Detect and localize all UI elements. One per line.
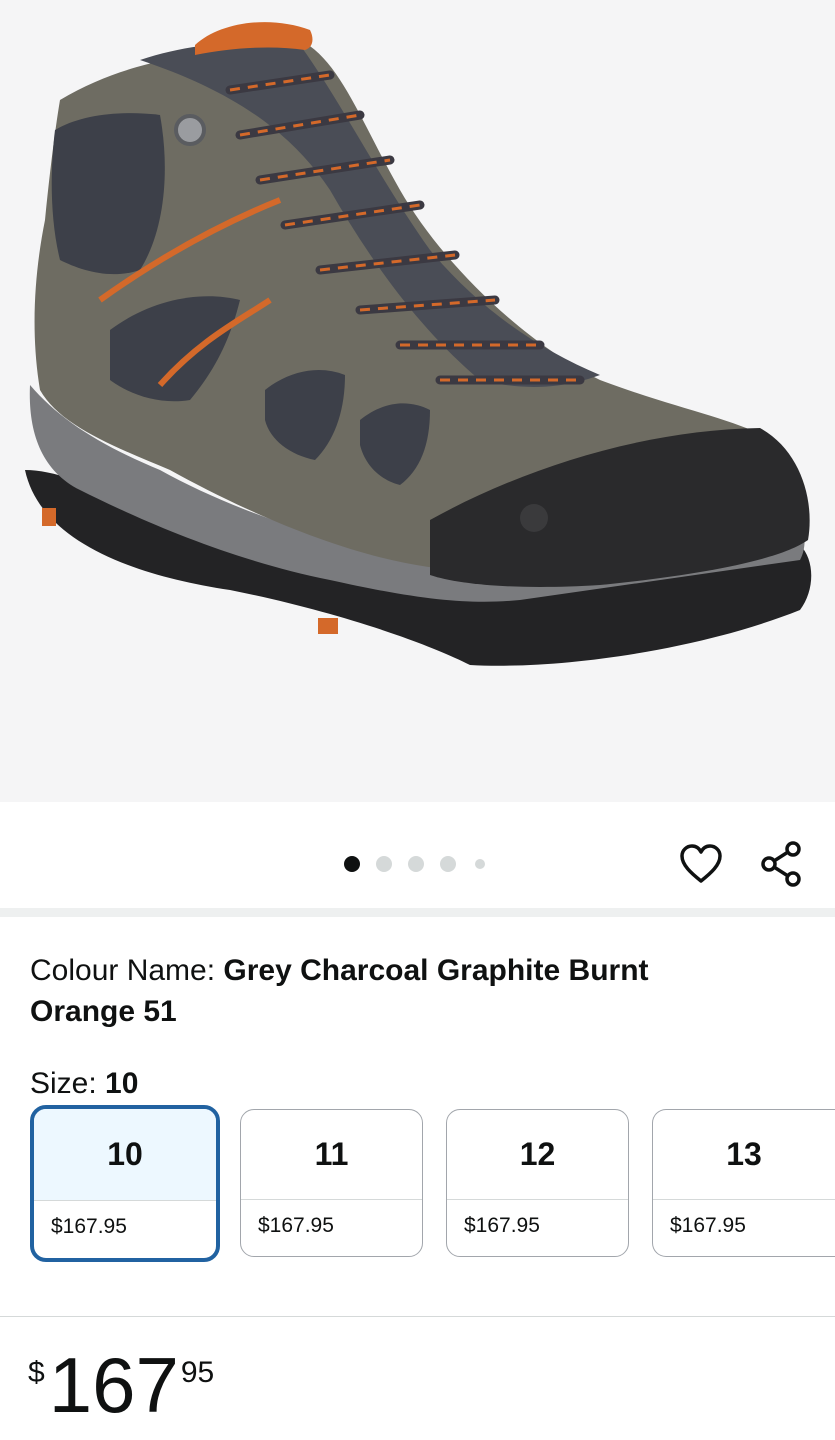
colour-name: Colour Name: Grey Charcoal Graphite Burn… xyxy=(30,950,750,1032)
size-option-price: $167.95 xyxy=(464,1214,540,1237)
image-controls xyxy=(0,802,835,908)
size-option-10[interactable]: 10 $167.95 xyxy=(30,1105,220,1262)
product-image-area[interactable] xyxy=(0,0,835,802)
size-option-label: 10 xyxy=(34,1109,216,1201)
price-fraction: 95 xyxy=(180,1356,215,1389)
wishlist-button[interactable] xyxy=(679,842,723,886)
colour-label: Colour Name: xyxy=(30,954,224,987)
size-option-label: 12 xyxy=(447,1110,628,1200)
price-divider xyxy=(0,1316,835,1317)
size-option-price: $167.95 xyxy=(51,1215,127,1238)
carousel-dot-4[interactable] xyxy=(440,856,456,872)
share-icon xyxy=(761,841,801,887)
price-whole: 167 xyxy=(48,1341,179,1429)
price-currency: $ xyxy=(28,1356,45,1389)
size-value: 10 xyxy=(105,1067,139,1100)
carousel-dot-5[interactable] xyxy=(475,859,485,869)
size-selection: Size: 10 xyxy=(30,1064,138,1104)
size-label: Size: xyxy=(30,1067,106,1100)
size-option-price: $167.95 xyxy=(670,1214,746,1237)
size-option-price: $167.95 xyxy=(258,1214,334,1237)
size-option-11[interactable]: 11 $167.95 xyxy=(240,1109,423,1257)
carousel-dot-1[interactable] xyxy=(344,856,360,872)
size-option-12[interactable]: 12 $167.95 xyxy=(446,1109,629,1257)
carousel-dot-2[interactable] xyxy=(376,856,392,872)
hiking-boot-image xyxy=(25,22,812,666)
share-button[interactable] xyxy=(760,841,804,887)
size-option-13[interactable]: 13 $167.95 xyxy=(652,1109,835,1257)
size-option-label: 13 xyxy=(653,1110,835,1200)
carousel-indicator[interactable] xyxy=(344,856,501,872)
carousel-dot-3[interactable] xyxy=(408,856,424,872)
heart-icon xyxy=(680,844,722,883)
section-divider xyxy=(0,908,835,917)
size-option-label: 11 xyxy=(241,1110,422,1200)
product-price: $ 167 95 xyxy=(28,1346,214,1426)
